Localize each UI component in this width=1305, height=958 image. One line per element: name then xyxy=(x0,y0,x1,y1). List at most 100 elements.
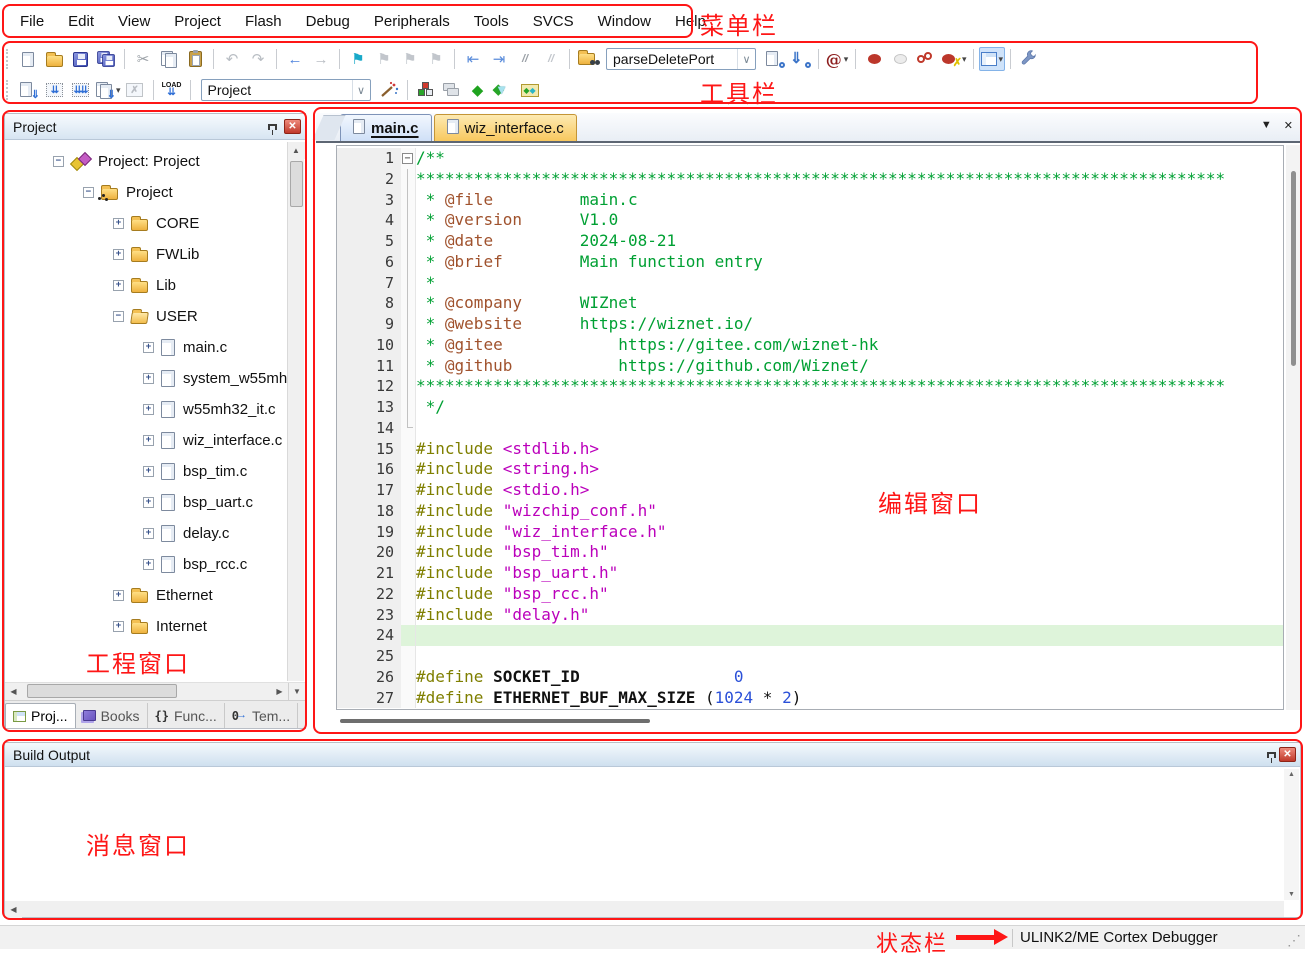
combo-dropdown-arrow[interactable]: ∨ xyxy=(737,49,755,69)
tree-item-internet[interactable]: + Internet xyxy=(5,611,305,642)
code-line-1[interactable]: 1−/** xyxy=(337,148,1283,169)
code-line-4[interactable]: 4 * @version V1.0 xyxy=(337,210,1283,231)
build-output-horizontal-scrollbar[interactable]: ◀ xyxy=(5,900,1284,918)
download-button[interactable]: LOAD ⇊ xyxy=(159,78,185,102)
code-line-25[interactable]: 25 xyxy=(337,646,1283,667)
resize-grip[interactable]: ⋰ xyxy=(1287,932,1301,949)
expand-toggle[interactable]: + xyxy=(113,218,124,229)
panel-tab-proj[interactable]: Proj... xyxy=(5,703,76,728)
code-line-8[interactable]: 8 * @company WIZnet xyxy=(337,293,1283,314)
dropdown-caret-icon[interactable]: ▾ xyxy=(999,54,1004,65)
disable-all-breakpoints-button[interactable] xyxy=(913,47,939,71)
dropdown-caret-icon[interactable]: ▾ xyxy=(962,54,967,65)
expand-toggle[interactable]: + xyxy=(143,466,154,477)
tree-item-w55mh32-it-c[interactable]: + w55mh32_it.c xyxy=(5,394,305,425)
tree-item-project-project[interactable]: − Project: Project xyxy=(5,146,305,177)
find-in-files-button[interactable] xyxy=(575,47,601,71)
kill-all-breakpoints-button[interactable]: ✗ ▾ xyxy=(939,47,968,71)
code-line-18[interactable]: 18 #include "wizchip_conf.h" xyxy=(337,500,1283,522)
panel-tab-tem[interactable]: 0 → Tem... xyxy=(225,703,299,728)
redo-button[interactable]: ↷ xyxy=(245,47,271,71)
code-line-23[interactable]: 23 #include "delay.h" xyxy=(337,604,1283,626)
clear-bookmarks-button[interactable]: ⚑ xyxy=(423,47,449,71)
save-button[interactable] xyxy=(67,47,93,71)
tree-item-project[interactable]: − Project xyxy=(5,177,305,208)
lookup-button[interactable]: @ ▾ xyxy=(824,47,850,71)
dropdown-caret-icon[interactable]: ▾ xyxy=(844,54,849,65)
panel-tab-func[interactable]: {} Func... xyxy=(148,703,225,728)
code-line-11[interactable]: 11 * @github https://github.com/Wiznet/ xyxy=(337,355,1283,377)
project-vertical-scrollbar[interactable]: ▲ xyxy=(287,142,305,681)
menu-file[interactable]: File xyxy=(8,9,56,34)
editor-tab-wiz-interface-c[interactable]: wiz_interface.c xyxy=(433,114,577,141)
undo-button[interactable]: ↶ xyxy=(219,47,245,71)
scroll-right-arrow[interactable]: ▶ xyxy=(271,683,288,700)
expand-toggle[interactable]: − xyxy=(53,156,64,167)
select-software-packs-button[interactable]: ◆▼ xyxy=(491,78,517,102)
expand-toggle[interactable]: + xyxy=(143,528,154,539)
pin-button[interactable] xyxy=(264,119,280,135)
scroll-track[interactable] xyxy=(23,683,270,700)
tree-item-main-c[interactable]: + main.c xyxy=(5,332,305,363)
code-line-22[interactable]: 22 #include "bsp_rcc.h" xyxy=(337,583,1283,605)
code-line-17[interactable]: 17 #include <stdio.h> xyxy=(337,480,1283,501)
tree-item-user[interactable]: − USER xyxy=(5,301,305,332)
manage-project-items-button[interactable] xyxy=(439,78,465,102)
enable-breakpoint-button[interactable] xyxy=(887,47,913,71)
code-line-13[interactable]: 13 */ xyxy=(337,397,1283,418)
scroll-down-arrow[interactable]: ▼ xyxy=(1288,891,1295,898)
toolbar-gripper[interactable] xyxy=(6,80,10,100)
expand-toggle[interactable]: + xyxy=(143,559,154,570)
expand-toggle[interactable]: + xyxy=(143,435,154,446)
combo-dropdown-arrow[interactable]: ∨ xyxy=(351,80,370,100)
editor-vertical-scrollbar[interactable] xyxy=(1286,145,1301,710)
expand-toggle[interactable]: + xyxy=(113,621,124,632)
build-button[interactable]: ⇊ xyxy=(41,78,67,102)
scroll-left-arrow[interactable]: ◀ xyxy=(5,683,22,700)
code-line-10[interactable]: 10 * @gitee https://gitee.com/wiznet-hk xyxy=(337,334,1283,356)
software-packs-button[interactable]: ◆ ◆ xyxy=(517,78,543,102)
code-line-7[interactable]: 7 * xyxy=(337,272,1283,294)
batch-build-button[interactable]: ⇓ ▾ xyxy=(93,78,122,102)
cut-button[interactable]: ✂ xyxy=(130,47,156,71)
project-horizontal-scrollbar[interactable]: ◀ ▶ ▼ xyxy=(5,682,305,700)
menu-view[interactable]: View xyxy=(106,9,162,34)
unindent-button[interactable]: ⇤ xyxy=(460,47,486,71)
expand-toggle[interactable]: − xyxy=(83,187,94,198)
comment-button[interactable]: // xyxy=(512,47,538,71)
close-build-output-button[interactable]: ✕ xyxy=(1279,747,1296,762)
incremental-find-button[interactable]: ⇓ xyxy=(787,47,813,71)
tree-item-ethernet[interactable]: + Ethernet xyxy=(5,580,305,611)
menu-tools[interactable]: Tools xyxy=(462,9,521,34)
navigate-back-button[interactable]: ← xyxy=(282,47,308,71)
expand-toggle[interactable]: + xyxy=(143,497,154,508)
tree-item-fwlib[interactable]: + FWLib xyxy=(5,239,305,270)
navigate-forward-button[interactable]: → xyxy=(308,47,334,71)
insert-breakpoint-button[interactable] xyxy=(861,47,887,71)
code-line-21[interactable]: 21 #include "bsp_uart.h" xyxy=(337,563,1283,584)
menu-debug[interactable]: Debug xyxy=(294,9,362,34)
stop-build-button[interactable]: ✗ xyxy=(122,78,148,102)
menu-help[interactable]: Help xyxy=(663,9,718,34)
dropdown-caret-icon[interactable]: ▾ xyxy=(116,85,121,96)
tree-item-lib[interactable]: + Lib xyxy=(5,270,305,301)
fold-toggle-icon[interactable]: − xyxy=(402,153,413,164)
find-combo[interactable]: parseDeletePort ∨ xyxy=(606,48,756,70)
scroll-left-arrow[interactable]: ◀ xyxy=(5,900,22,918)
code-line-9[interactable]: 9 * @website https://wiznet.io/ xyxy=(337,314,1283,335)
code-line-26[interactable]: 26 #define SOCKET_ID 0 xyxy=(337,666,1283,688)
code-line-19[interactable]: 19 #include "wiz_interface.h" xyxy=(337,521,1283,543)
expand-toggle[interactable]: + xyxy=(143,342,154,353)
new-file-button[interactable] xyxy=(15,47,41,71)
menu-edit[interactable]: Edit xyxy=(56,9,106,34)
window-layout-button[interactable]: ▾ xyxy=(978,47,1006,71)
search-files-button[interactable] xyxy=(761,47,787,71)
code-line-3[interactable]: 3 * @file main.c xyxy=(337,189,1283,211)
tree-item-system-w55mh[interactable]: + system_w55mh xyxy=(5,363,305,394)
uncomment-button[interactable]: // xyxy=(538,47,564,71)
rebuild-all-button[interactable]: ⇊⇊ xyxy=(67,78,93,102)
pin-button[interactable] xyxy=(1263,747,1279,763)
next-bookmark-button[interactable]: ⚑ xyxy=(397,47,423,71)
open-file-button[interactable] xyxy=(41,47,67,71)
code-line-12[interactable]: 12 **************************************… xyxy=(337,376,1283,397)
